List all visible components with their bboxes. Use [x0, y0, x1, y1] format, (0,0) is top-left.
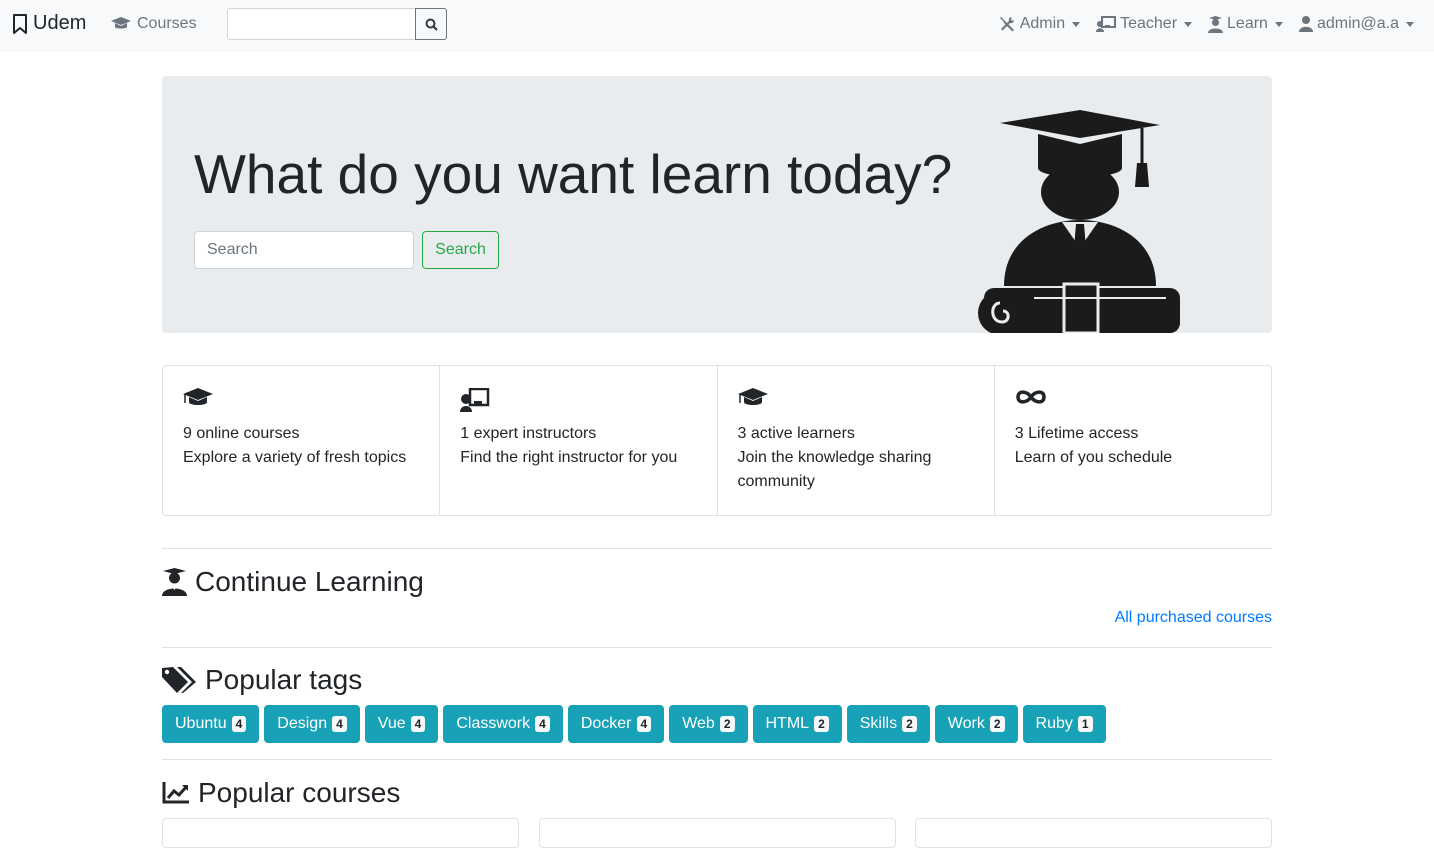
- stat-instructors-caption: Find the right instructor for you: [460, 449, 678, 466]
- course-card[interactable]: [162, 818, 519, 848]
- tag-count-badge: 2: [989, 716, 1005, 732]
- tag-count-badge: 4: [332, 716, 347, 732]
- popular-tags-heading: Popular tags: [162, 664, 362, 696]
- nav-courses-label: Courses: [137, 15, 197, 32]
- tag-count-badge: 2: [719, 716, 735, 732]
- tag-web[interactable]: Web 2: [669, 705, 748, 743]
- tag-count-badge: 4: [636, 716, 652, 732]
- nav-search-form: [227, 8, 447, 40]
- tag-label: Classwork: [456, 715, 531, 732]
- course-card[interactable]: [539, 818, 896, 848]
- tag-docker[interactable]: Docker 4: [567, 705, 665, 743]
- tools-icon: [999, 16, 1014, 32]
- tag-label: Ruby: [1035, 715, 1073, 732]
- course-card[interactable]: [915, 818, 1272, 848]
- continue-learning-heading: Continue Learning: [162, 566, 424, 598]
- tag-count-badge: 2: [814, 716, 829, 732]
- brand-label: Udem: [33, 12, 87, 34]
- tag-label: HTML: [765, 715, 810, 732]
- admin-label: Admin: [1019, 15, 1066, 32]
- nav-search-input[interactable]: [227, 8, 416, 40]
- tag-count-badge: 1: [1077, 716, 1093, 732]
- tag-ubuntu[interactable]: Ubuntu 4: [162, 705, 260, 743]
- tag-classwork[interactable]: Classwork 4: [443, 705, 563, 743]
- search-icon: [425, 18, 438, 31]
- tag-list: Ubuntu 4 Design 4 Vue 4 Classwork 4 Docker 4 …: [162, 705, 1111, 743]
- popular-tags-title: Popular tags: [205, 664, 363, 695]
- stat-lifetime-caption: Learn of you schedule: [1014, 449, 1173, 466]
- chevron-down-icon: [1406, 21, 1414, 27]
- all-purchased-courses-link[interactable]: All purchased courses: [1115, 609, 1272, 627]
- tag-count-badge: 4: [231, 716, 247, 732]
- tag-vue[interactable]: Vue 4: [364, 705, 439, 743]
- account-dropdown[interactable]: admin@a.a: [1298, 15, 1414, 33]
- tag-label: Ubuntu: [175, 715, 227, 732]
- tag-label: Skills: [859, 715, 898, 732]
- chalkboard-teacher-icon: [460, 387, 490, 412]
- nav-user-menus: Admin Teacher Learn admin@a.a: [983, 15, 1414, 33]
- stat-learners-value: 3 active learners: [737, 425, 855, 442]
- tag-skills[interactable]: Skills 2: [846, 705, 930, 743]
- tags-icon: [162, 667, 196, 693]
- stat-courses: 9 online courses Explore a variety of fr…: [163, 366, 441, 515]
- learn-dropdown[interactable]: Learn: [1208, 15, 1283, 33]
- admin-dropdown[interactable]: Admin: [999, 15, 1081, 33]
- user-icon: [1298, 16, 1313, 32]
- account-label: admin@a.a: [1316, 15, 1399, 32]
- divider: [162, 759, 1272, 760]
- hero-title: What do you want learn today?: [194, 143, 953, 205]
- tag-label: Web: [682, 715, 715, 732]
- tag-label: Design: [277, 715, 328, 732]
- nav-search-button[interactable]: [415, 8, 447, 40]
- bookmark-icon: [13, 13, 27, 34]
- tag-ruby[interactable]: Ruby 1: [1022, 705, 1106, 743]
- chevron-down-icon: [1184, 21, 1193, 27]
- chevron-down-icon: [1274, 21, 1283, 27]
- nav-courses-link[interactable]: Courses: [111, 15, 197, 33]
- tag-label: Vue: [377, 715, 406, 732]
- tag-count-badge: 4: [410, 716, 426, 732]
- chevron-down-icon: [1072, 21, 1081, 27]
- user-graduate-icon: [1208, 15, 1224, 33]
- hero-search-button[interactable]: Search: [422, 231, 499, 269]
- hero-jumbotron: What do you want learn today? Search: [162, 76, 1272, 333]
- brand-link[interactable]: Udem: [12, 12, 86, 35]
- top-navbar: Udem Courses Admin Teacher Learn admin@a…: [0, 0, 1434, 52]
- tag-work[interactable]: Work 2: [934, 705, 1018, 743]
- stat-courses-caption: Explore a variety of fresh topics: [183, 449, 407, 466]
- stat-lifetime-value: 3 Lifetime access: [1014, 425, 1139, 442]
- learn-label: Learn: [1227, 15, 1268, 32]
- graduation-cap-icon: [183, 388, 213, 405]
- divider: [162, 548, 1272, 549]
- teacher-label: Teacher: [1120, 15, 1178, 32]
- stat-learners: 3 active learners Join the knowledge sha…: [718, 366, 995, 515]
- tag-design[interactable]: Design 4: [264, 705, 360, 743]
- chalkboard-teacher-icon: [1096, 16, 1117, 32]
- stat-courses-value: 9 online courses: [183, 425, 300, 442]
- tag-count-badge: 2: [902, 716, 917, 732]
- stat-instructors-value: 1 expert instructors: [460, 425, 597, 442]
- graduate-illustration: [978, 110, 1180, 333]
- teacher-dropdown[interactable]: Teacher: [1096, 15, 1193, 33]
- graduation-cap-icon: [111, 17, 131, 29]
- popular-courses-heading: Popular courses: [162, 777, 400, 809]
- stat-learners-caption: Join the knowledge sharing community: [737, 449, 932, 490]
- stat-instructors: 1 expert instructors Find the right inst…: [440, 366, 718, 515]
- infinity-icon: [1015, 390, 1046, 404]
- stat-lifetime: 3 Lifetime access Learn of you schedule: [995, 366, 1271, 515]
- tag-html[interactable]: HTML 2: [752, 705, 842, 743]
- graduation-cap-icon: [737, 388, 768, 405]
- stats-panel: 9 online courses Explore a variety of fr…: [162, 365, 1272, 516]
- hero-search-input[interactable]: [194, 231, 414, 269]
- chart-line-icon: [162, 782, 189, 804]
- divider: [162, 647, 1272, 648]
- tag-label: Work: [947, 715, 985, 732]
- user-graduate-icon: [162, 568, 187, 596]
- tag-count-badge: 4: [535, 716, 550, 732]
- tag-label: Docker: [580, 715, 632, 732]
- continue-learning-title: Continue Learning: [195, 566, 424, 597]
- popular-courses-title: Popular courses: [198, 777, 401, 808]
